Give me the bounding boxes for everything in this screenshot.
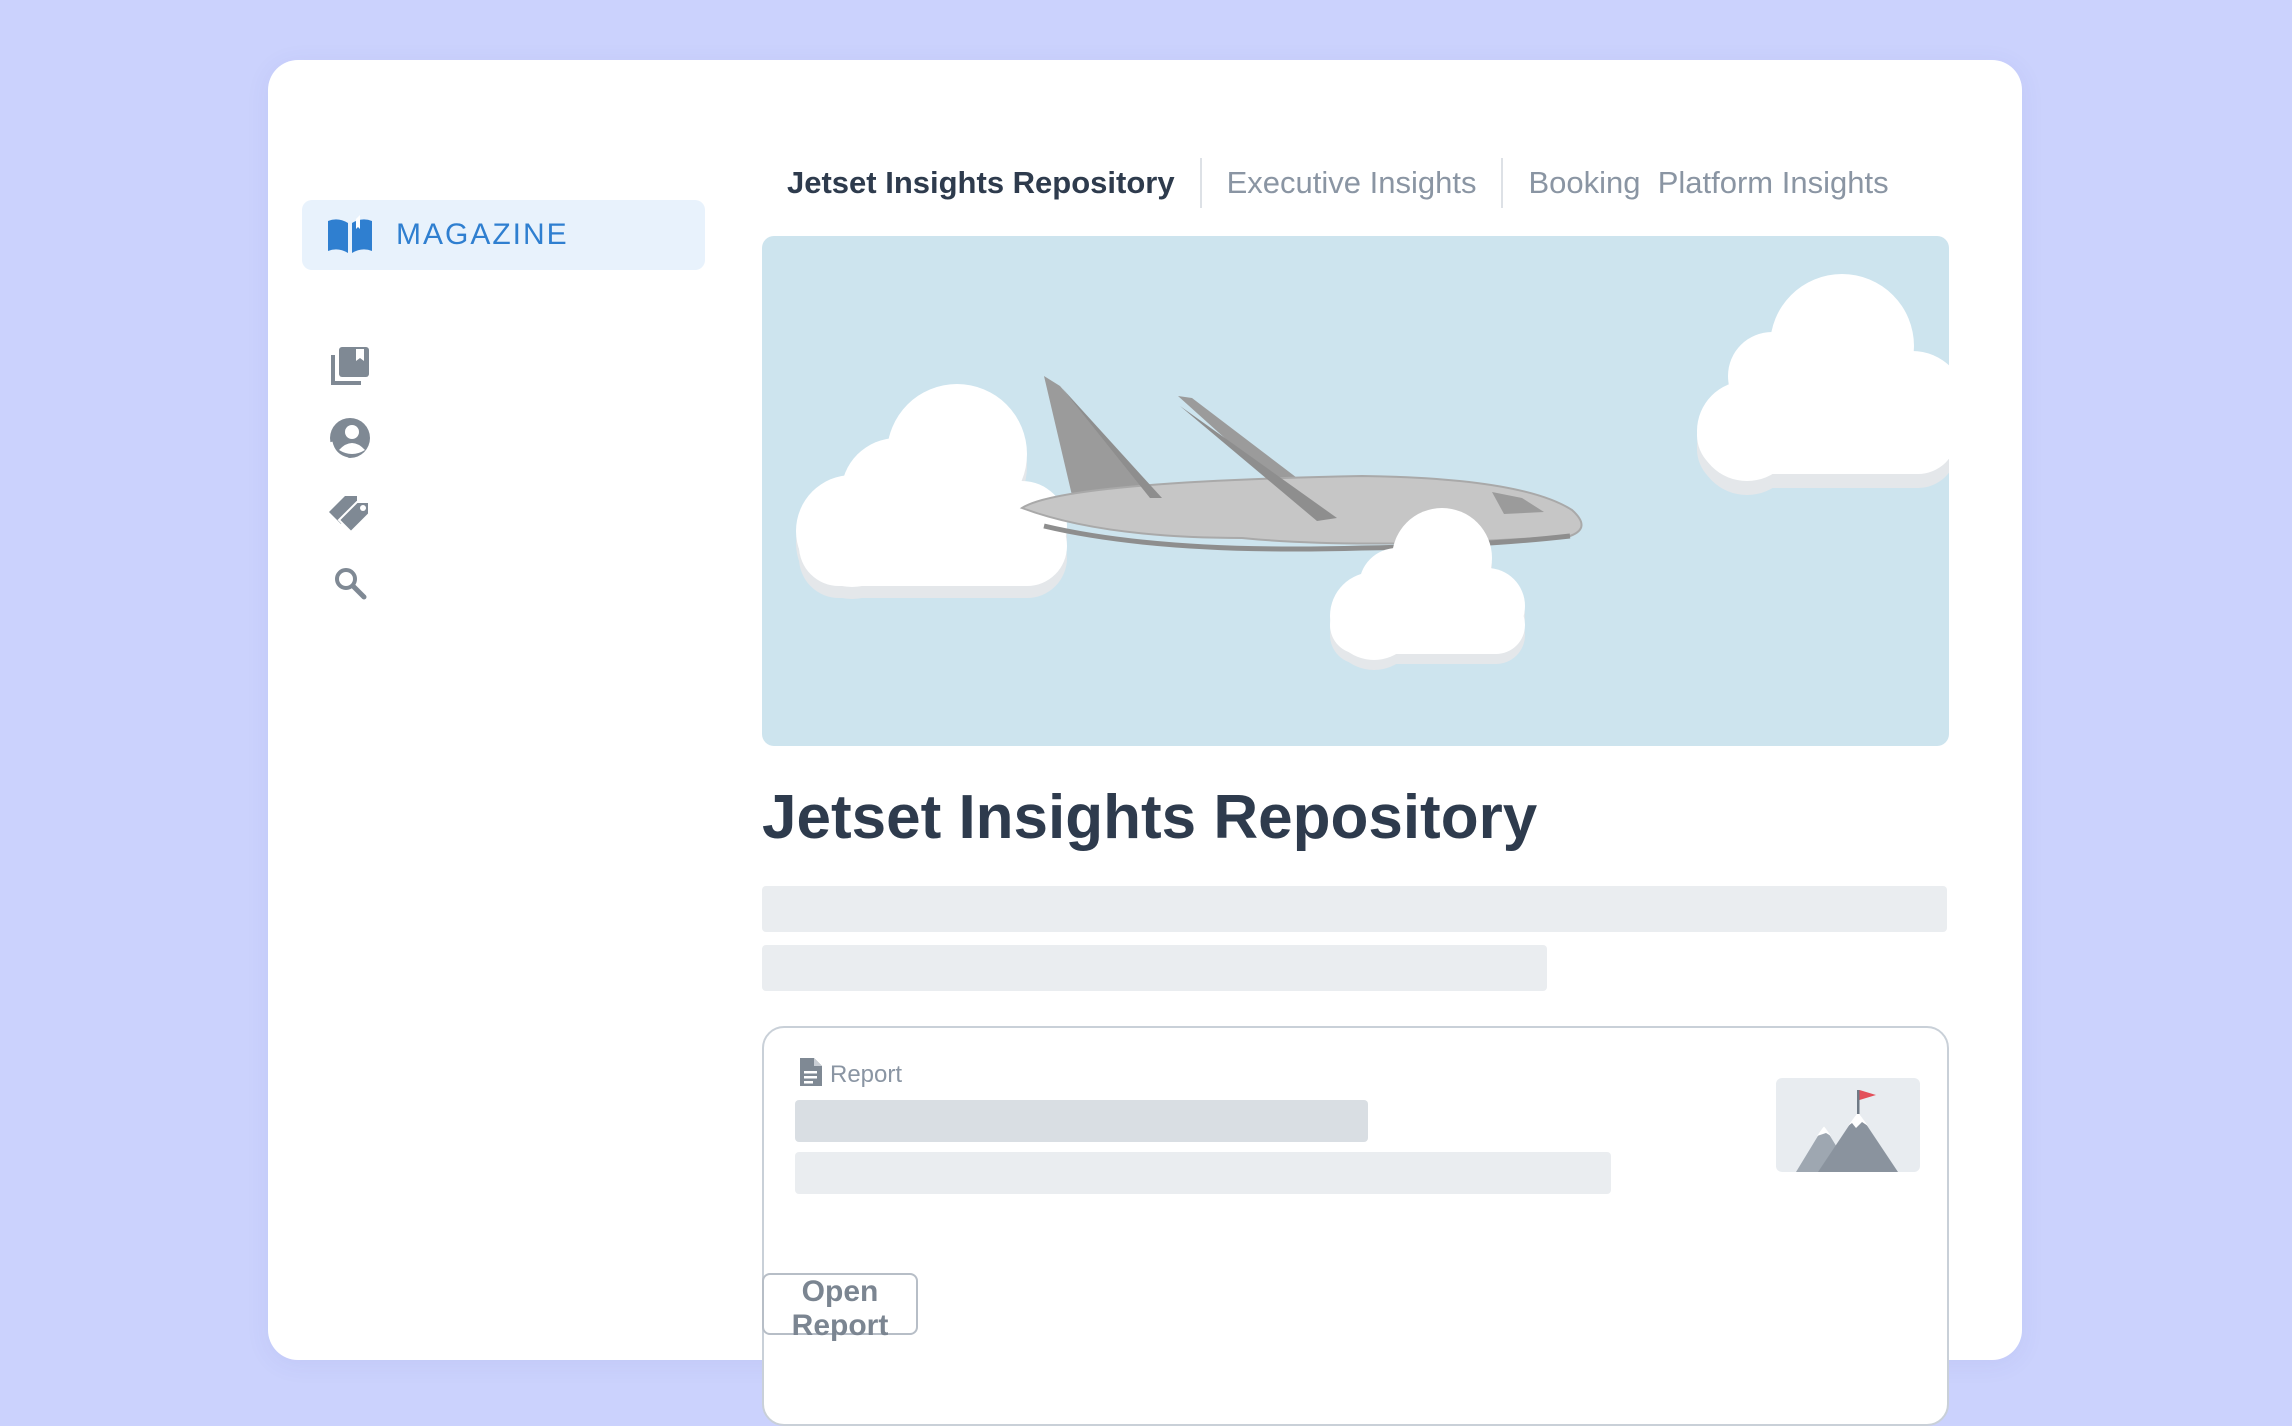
tab-executive-insights[interactable]: Executive Insights — [1202, 165, 1502, 201]
search-icon — [326, 559, 374, 607]
sidebar-item-search[interactable] — [302, 548, 705, 618]
tags-icon — [326, 487, 374, 535]
sidebar-item-label: MAGAZINE — [396, 218, 569, 251]
open-report-button[interactable]: Open Report — [762, 1273, 918, 1342]
tab-jetset-insights-repository[interactable]: Jetset Insights Repository — [762, 165, 1200, 201]
app-window: MAGAZINE Jetset Insights Repository Exec… — [268, 60, 2022, 1426]
hero-image — [762, 236, 1949, 746]
report-card[interactable]: Report — [762, 1026, 1949, 1426]
user-icon — [326, 414, 374, 462]
sidebar-item-magazine[interactable]: MAGAZINE — [302, 200, 705, 270]
card-text-placeholder — [795, 1152, 1611, 1194]
open-book-icon — [326, 211, 374, 259]
report-thumbnail — [1776, 1078, 1920, 1172]
description-placeholder-line — [762, 945, 1547, 991]
tab-bar: Jetset Insights Repository Executive Ins… — [762, 158, 1914, 208]
mountain-flag-icon — [1796, 1090, 1898, 1172]
document-icon — [798, 1058, 822, 1091]
cloud-right — [1697, 274, 1949, 495]
page-title: Jetset Insights Repository — [762, 783, 1538, 852]
library-icon — [326, 342, 374, 390]
card-title-placeholder — [795, 1100, 1368, 1142]
airplane — [1019, 376, 1583, 552]
card-type: Report — [798, 1058, 902, 1091]
sidebar-item-profile[interactable] — [302, 403, 705, 473]
tab-booking-platform-insights[interactable]: Booking Platform Insights — [1503, 165, 1913, 201]
sidebar-item-tags[interactable] — [302, 476, 705, 546]
sidebar-item-library[interactable] — [302, 331, 705, 401]
card-type-label: Report — [830, 1060, 903, 1088]
description-placeholder-line — [762, 886, 1947, 932]
cloud-left — [796, 384, 1067, 599]
